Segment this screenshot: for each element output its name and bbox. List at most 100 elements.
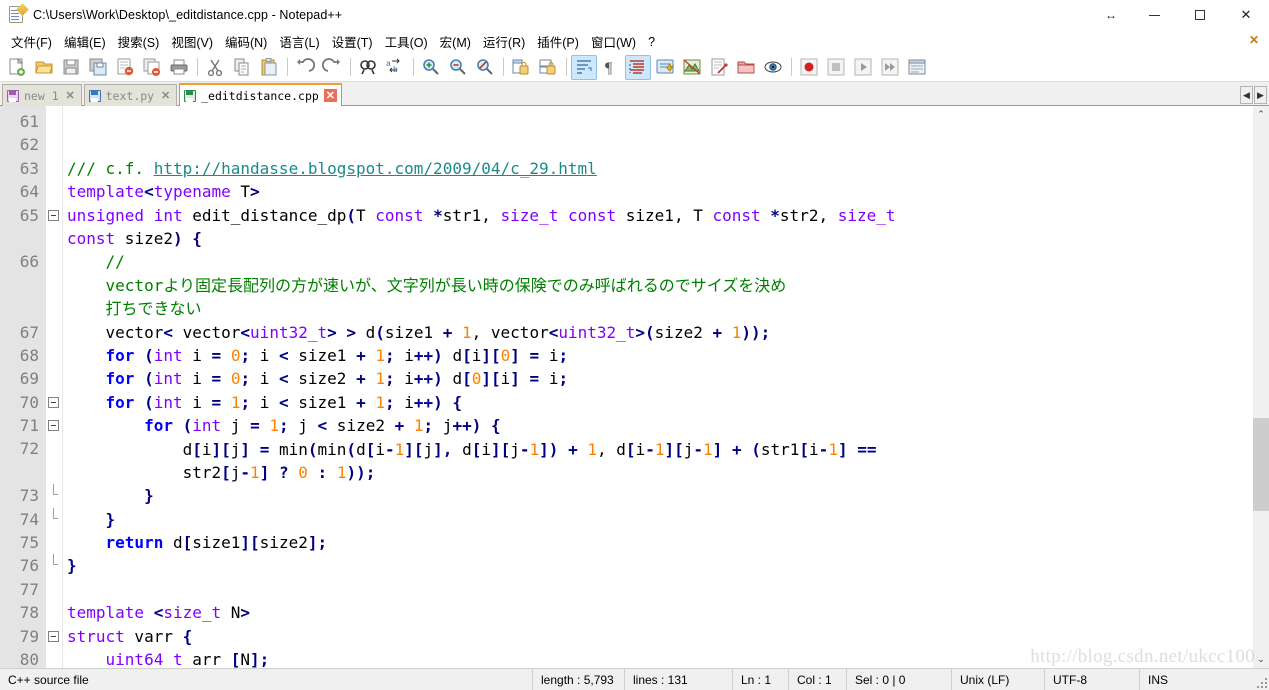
cut-icon[interactable] [202, 55, 228, 80]
monitoring-icon[interactable] [760, 55, 786, 80]
code-line[interactable]: } [67, 508, 1252, 531]
fold-marker[interactable] [46, 507, 62, 531]
play-macro-icon[interactable] [850, 55, 876, 80]
fold-margin[interactable] [46, 106, 63, 668]
status-eol[interactable]: Unix (LF) [952, 668, 1045, 690]
fold-collapse-icon[interactable] [48, 396, 59, 408]
code-line[interactable]: // vectorより固定長配列の方が速いが、文字列が長い時の保険でのみ呼ばれる… [67, 250, 1252, 320]
tab-close-icon[interactable]: ✕ [323, 89, 337, 102]
fold-marker[interactable] [46, 391, 62, 414]
editor-view[interactable]: 61 62 63 64 65 66 67 68 69 70 71 72 73 74 75 76 77 78 7… [0, 106, 1252, 668]
code-line[interactable]: for (int i = 1; i < size1 + 1; i++) { [67, 391, 1252, 414]
run-macro-multiple-icon[interactable] [877, 55, 903, 80]
print-icon[interactable] [166, 55, 192, 80]
code-line[interactable]: return d[size1][size2]; [67, 531, 1252, 554]
show-all-chars-icon[interactable]: ¶ [598, 55, 624, 80]
code-line[interactable]: unsigned int edit_distance_dp(T const *s… [67, 204, 1252, 251]
code-line[interactable]: struct varr { [67, 625, 1252, 648]
fold-marker[interactable] [46, 554, 62, 577]
scroll-track[interactable] [1253, 123, 1269, 651]
paste-icon[interactable] [256, 55, 282, 80]
status-encoding[interactable]: UTF-8 [1045, 668, 1140, 690]
sync-vertical-icon[interactable] [508, 55, 534, 80]
copy-icon[interactable] [229, 55, 255, 80]
maximize-button[interactable] [1177, 0, 1223, 30]
redo-icon[interactable] [319, 55, 345, 80]
fold-marker[interactable] [46, 414, 62, 437]
fold-marker[interactable] [46, 625, 62, 648]
vertical-scrollbar[interactable]: ⌃ ⌄ [1252, 106, 1269, 668]
save-icon[interactable] [58, 55, 84, 80]
code-line[interactable]: template <size_t N> [67, 601, 1252, 624]
tab-text-py[interactable]: text.py ✕ [83, 84, 178, 106]
document-map-icon[interactable] [679, 55, 705, 80]
menu-search[interactable]: 搜索(S) [112, 30, 166, 53]
replace-icon[interactable]: ab [382, 55, 408, 80]
fold-collapse-icon[interactable] [48, 420, 59, 432]
sync-horizontal-icon[interactable] [535, 55, 561, 80]
indent-guide-icon[interactable] [625, 54, 651, 80]
close-button[interactable]: ✕ [1223, 0, 1269, 30]
code-line[interactable] [67, 578, 1252, 601]
save-macro-icon[interactable] [904, 55, 930, 80]
find-icon[interactable] [355, 55, 381, 80]
tab-close-icon[interactable]: ✕ [64, 89, 77, 102]
menu-view[interactable]: 视图(V) [165, 30, 219, 53]
save-all-icon[interactable] [85, 55, 111, 80]
menu-file[interactable]: 文件(F) [5, 30, 58, 53]
code-line[interactable]: /// c.f. http://handasse.blogspot.com/20… [67, 157, 1252, 180]
close-document-button[interactable]: ✕ [1249, 33, 1259, 47]
tab-scroll-left-button[interactable]: ◀ [1240, 86, 1253, 104]
resize-grip-icon[interactable] [1255, 676, 1267, 688]
menu-plugins[interactable]: 插件(P) [531, 30, 585, 53]
fold-collapse-icon[interactable] [48, 630, 59, 642]
fold-marker[interactable] [46, 484, 62, 507]
word-wrap-icon[interactable] [571, 54, 597, 80]
fold-collapse-icon[interactable] [48, 209, 59, 221]
menu-settings[interactable]: 设置(T) [326, 30, 379, 53]
code-line[interactable]: uint64_t arr_[N]; [67, 648, 1252, 668]
user-defined-dialog-icon[interactable] [652, 55, 678, 80]
code-line[interactable]: for (int i = 0; i < size1 + 1; i++) d[i]… [67, 344, 1252, 367]
scroll-down-button[interactable]: ⌄ [1253, 651, 1269, 668]
resize-arrow-icon[interactable]: ↔ [1091, 0, 1131, 30]
stop-macro-icon[interactable] [823, 55, 849, 80]
undo-icon[interactable] [292, 55, 318, 80]
zoom-in-icon[interactable] [418, 55, 444, 80]
code-line[interactable] [67, 133, 1252, 156]
code-line[interactable]: vector< vector<uint32_t> > d(size1 + 1, … [67, 321, 1252, 344]
status-insert-mode[interactable]: INS [1140, 669, 1200, 690]
menu-tools[interactable]: 工具(O) [379, 30, 434, 53]
tab-close-icon[interactable]: ✕ [159, 89, 172, 102]
folder-workspace-icon[interactable] [733, 55, 759, 80]
record-macro-icon[interactable] [796, 55, 822, 80]
code-line[interactable]: d[i][j] = min(min(d[i-1][j], d[i][j-1]) … [67, 438, 1252, 485]
menu-language[interactable]: 语言(L) [273, 30, 325, 53]
menu-edit[interactable]: 编辑(E) [58, 30, 112, 53]
zoom-out-icon[interactable] [445, 55, 471, 80]
code-line[interactable]: } [67, 484, 1252, 507]
fold-marker[interactable] [46, 204, 62, 251]
close-all-icon[interactable] [139, 55, 165, 80]
tab-new-1[interactable]: new 1 ✕ [2, 84, 82, 106]
minimize-button[interactable] [1131, 0, 1177, 30]
close-file-icon[interactable] [112, 55, 138, 80]
code-line[interactable]: for (int i = 0; i < size2 + 1; i++) d[0]… [67, 367, 1252, 390]
code-line[interactable]: for (int j = 1; j < size2 + 1; j++) { [67, 414, 1252, 437]
code-line[interactable]: template<typename T> [67, 180, 1252, 203]
tab-scroll-right-button[interactable]: ▶ [1254, 86, 1267, 104]
open-file-icon[interactable] [31, 55, 57, 80]
menu-run[interactable]: 运行(R) [477, 30, 531, 53]
code-line[interactable] [67, 110, 1252, 133]
scroll-up-button[interactable]: ⌃ [1253, 106, 1269, 123]
new-file-icon[interactable] [4, 55, 30, 80]
function-list-icon[interactable] [706, 55, 732, 80]
code-content[interactable]: /// c.f. http://handasse.blogspot.com/20… [63, 106, 1252, 668]
scroll-thumb[interactable] [1253, 418, 1269, 511]
menu-macro[interactable]: 宏(M) [434, 30, 477, 53]
menu-help[interactable]: ? [642, 33, 661, 51]
menu-encoding[interactable]: 编码(N) [219, 30, 273, 53]
zoom-restore-icon[interactable] [472, 55, 498, 80]
menu-window[interactable]: 窗口(W) [585, 30, 642, 53]
tab-editdistance-cpp[interactable]: _editdistance.cpp ✕ [179, 83, 342, 106]
